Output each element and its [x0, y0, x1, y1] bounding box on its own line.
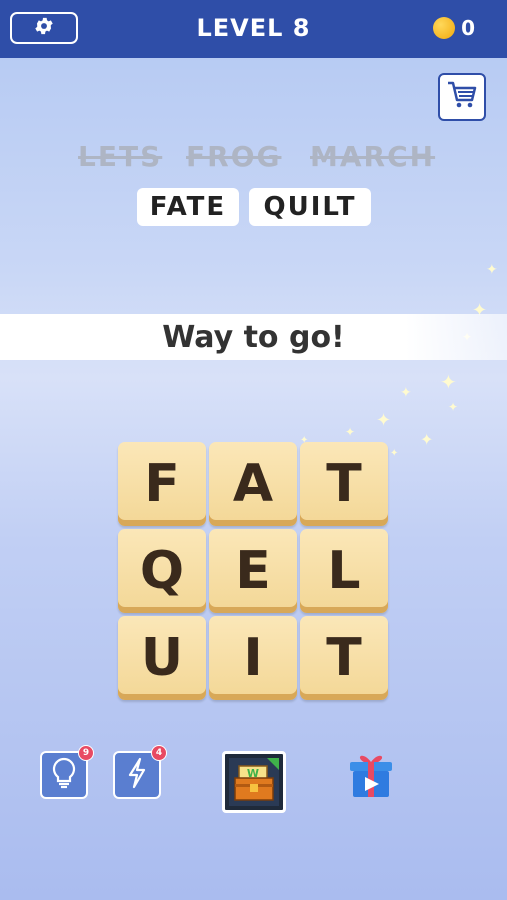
letter-tile[interactable]: Q	[118, 529, 206, 613]
found-words: LETS FROG MARCH	[0, 140, 507, 180]
word-chest-button[interactable]: W	[222, 751, 286, 813]
letter-board: F A T Q E L U I T	[118, 442, 388, 704]
treasure-chest-icon: W	[225, 758, 283, 814]
letter-tile[interactable]: T	[300, 442, 388, 526]
bolt-count-badge: 4	[151, 745, 167, 761]
sparkle-icon: ✦	[345, 425, 356, 439]
cart-icon	[446, 80, 478, 114]
letter-tile[interactable]: A	[209, 442, 297, 526]
coin-count: 0	[461, 16, 475, 40]
letter-tile[interactable]: F	[118, 442, 206, 526]
found-word: LETS	[78, 140, 163, 173]
hint-button[interactable]: 9	[40, 745, 94, 799]
letter-tile[interactable]: U	[118, 616, 206, 700]
level-title: LEVEL 8	[196, 14, 311, 42]
sparkle-icon: ✦	[486, 262, 498, 278]
gift-video-button[interactable]	[344, 748, 398, 802]
sparkle-icon: ✦	[390, 448, 399, 459]
coin-icon	[433, 17, 455, 39]
target-word: QUILT	[249, 188, 371, 226]
sparkle-icon: ✦	[420, 430, 434, 449]
letter-tile[interactable]: T	[300, 616, 388, 700]
sparkle-icon: ✦	[376, 410, 392, 431]
sparkle-icon: ✦	[448, 400, 459, 414]
hint-count-badge: 9	[78, 745, 94, 761]
sparkle-icon: ✦	[440, 370, 457, 394]
bolt-button[interactable]: 4	[113, 745, 167, 799]
top-bar: LEVEL 8 0	[0, 0, 507, 58]
lightbulb-icon	[51, 757, 77, 793]
letter-tile[interactable]: I	[209, 616, 297, 700]
found-word: MARCH	[310, 140, 436, 173]
sparkle-icon: ✦	[400, 385, 412, 401]
target-word: FATE	[137, 188, 239, 226]
gift-video-icon	[344, 755, 398, 806]
letter-tile[interactable]: E	[209, 529, 297, 613]
letter-tile[interactable]: L	[300, 529, 388, 613]
lightning-icon	[126, 757, 148, 793]
shop-button[interactable]	[438, 73, 486, 121]
found-word: FROG	[186, 140, 282, 173]
banner-message: Way to go!	[162, 320, 345, 355]
